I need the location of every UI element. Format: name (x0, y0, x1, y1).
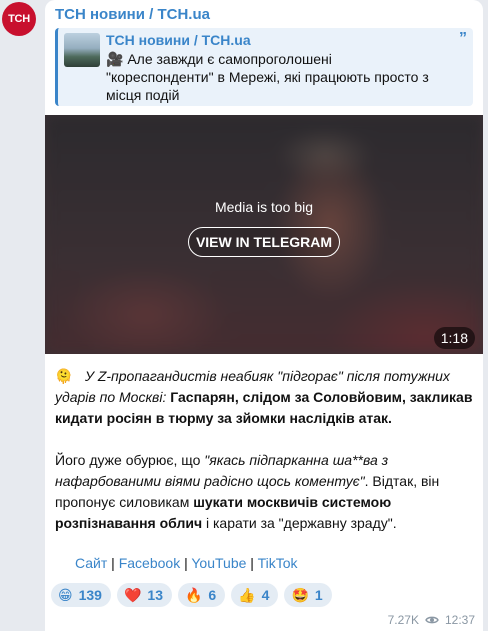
melting-face-icon: 🫠 (55, 368, 73, 384)
message-time: 12:37 (444, 613, 475, 627)
facebook-link[interactable]: Facebook (119, 555, 180, 571)
eye-icon (425, 616, 439, 624)
view-in-telegram-button[interactable]: VIEW IN TELEGRAM (188, 227, 340, 257)
message-paragraph-1: 🫠 У Z-пропагандистів неабияк "підгорає" п… (55, 366, 475, 429)
message-meta: 7.27K 12:37 (388, 613, 475, 627)
star-struck-icon: 🤩 (291, 586, 309, 603)
message-bubble: ТСН новини / ТСН.ua ТСН новини / ТСН.ua … (45, 0, 483, 631)
reaction-star-struck[interactable]: 🤩 1 (284, 583, 332, 607)
message-text-2c: і карати за "державну зраду". (202, 515, 397, 531)
reaction-count: 4 (261, 587, 270, 603)
message-text-2a: Його дуже обурює, що (55, 452, 205, 468)
reply-quote[interactable]: ТСН новини / ТСН.ua ” 🎥 Але завжди є сам… (55, 28, 473, 106)
reactions-bar: 😁 139 ❤️ 13 🔥 6 👍 4 🤩 1 (51, 583, 332, 607)
site-link[interactable]: Сайт (75, 555, 107, 571)
reaction-count: 6 (208, 587, 217, 603)
quote-text: 🎥 Але завжди є самопроголошені "кореспон… (106, 51, 429, 103)
grinning-face-icon: 😁 (58, 586, 73, 603)
media-too-big-label: Media is too big (214, 199, 314, 215)
reaction-count: 1 (314, 587, 323, 603)
channel-avatar[interactable]: ТСН (2, 2, 36, 36)
youtube-link[interactable]: YouTube (191, 555, 246, 571)
quote-icon: ” (459, 30, 467, 47)
reaction-count: 139 (78, 587, 102, 603)
channel-name[interactable]: ТСН новини / ТСН.ua (55, 6, 210, 23)
reaction-thumbs-up[interactable]: 👍 4 (231, 583, 279, 607)
reaction-fire[interactable]: 🔥 6 (177, 583, 226, 607)
message-text: 🫠 У Z-пропагандистів неабияк "підгорає" п… (55, 366, 475, 555)
message-paragraph-2: Його дуже обурює, що "якась підпарканна … (55, 450, 475, 534)
reaction-grinning[interactable]: 😁 139 (51, 583, 111, 607)
quote-thumbnail (64, 33, 100, 67)
link-separator: | (107, 555, 119, 571)
video-duration-badge: 1:18 (433, 327, 475, 349)
quote-title: ТСН новини / ТСН.ua (106, 32, 251, 48)
heart-icon: ❤️ (123, 586, 142, 603)
tiktok-link[interactable]: TikTok (258, 555, 298, 571)
reaction-count: 13 (147, 587, 163, 603)
view-count: 7.27K (387, 613, 419, 627)
video-preview[interactable]: Media is too big VIEW IN TELEGRAM 1:18 (45, 115, 483, 354)
thumbs-up-icon: 👍 (238, 586, 256, 603)
reaction-heart[interactable]: ❤️ 13 (116, 583, 172, 607)
link-separator: | (180, 555, 192, 571)
link-separator: | (246, 555, 258, 571)
channel-links: Сайт | Facebook | YouTube | TikTok (75, 555, 298, 571)
fire-icon: 🔥 (184, 586, 203, 603)
